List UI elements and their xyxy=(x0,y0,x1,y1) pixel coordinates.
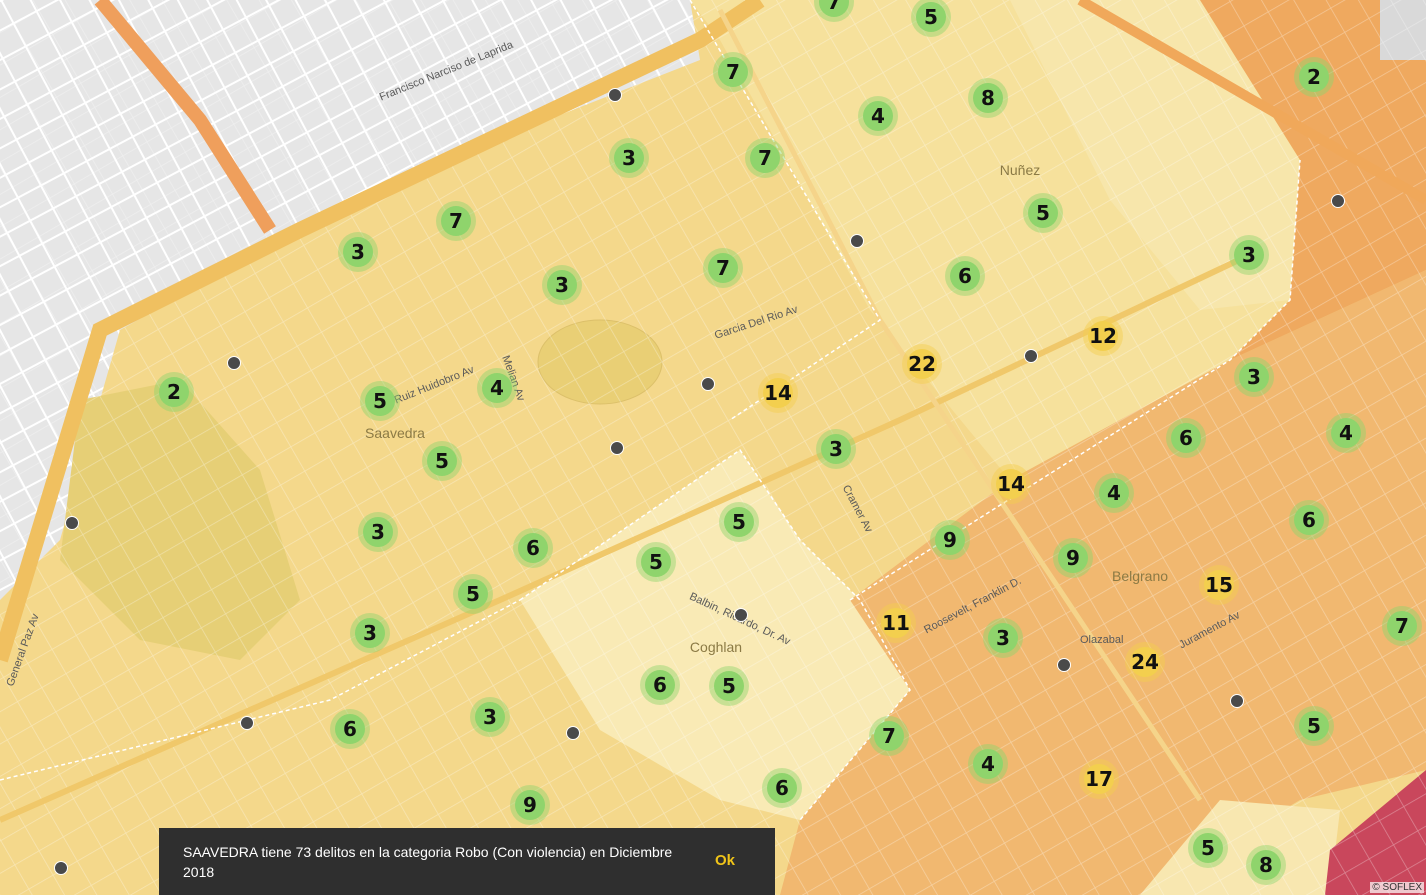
crime-cluster-marker[interactable]: 3 xyxy=(1234,240,1264,270)
incident-point-marker[interactable] xyxy=(240,716,254,730)
crime-cluster-marker[interactable]: 8 xyxy=(1251,850,1281,880)
crime-cluster-marker[interactable]: 11 xyxy=(881,608,911,638)
crime-cluster-marker[interactable]: 3 xyxy=(343,237,373,267)
crime-cluster-marker[interactable]: 6 xyxy=(950,261,980,291)
crime-cluster-marker[interactable]: 8 xyxy=(973,83,1003,113)
crime-cluster-marker[interactable]: 7 xyxy=(750,143,780,173)
street-label: Olazabal xyxy=(1080,634,1124,646)
crime-cluster-marker[interactable]: 5 xyxy=(458,579,488,609)
crime-cluster-marker[interactable]: 6 xyxy=(335,714,365,744)
crime-cluster-marker[interactable]: 5 xyxy=(427,446,457,476)
place-label-nunez: Nuñez xyxy=(999,162,1041,178)
crime-cluster-marker[interactable]: 3 xyxy=(547,270,577,300)
crime-cluster-marker[interactable]: 5 xyxy=(365,386,395,416)
crime-cluster-marker[interactable]: 5 xyxy=(641,547,671,577)
crime-cluster-marker[interactable]: 22 xyxy=(907,349,937,379)
incident-point-marker[interactable] xyxy=(566,726,580,740)
incident-point-marker[interactable] xyxy=(65,516,79,530)
incident-point-marker[interactable] xyxy=(608,88,622,102)
incident-point-marker[interactable] xyxy=(850,234,864,248)
crime-cluster-marker[interactable]: 4 xyxy=(1099,478,1129,508)
crime-cluster-marker[interactable]: 9 xyxy=(935,525,965,555)
incident-point-marker[interactable] xyxy=(610,441,624,455)
crime-cluster-marker[interactable]: 5 xyxy=(1299,711,1329,741)
crime-cluster-marker[interactable]: 5 xyxy=(1028,198,1058,228)
crime-cluster-marker[interactable]: 6 xyxy=(767,773,797,803)
crime-cluster-marker[interactable]: 3 xyxy=(988,623,1018,653)
crime-cluster-marker[interactable]: 4 xyxy=(482,373,512,403)
crime-cluster-marker[interactable]: 5 xyxy=(916,2,946,32)
crime-cluster-marker[interactable]: 3 xyxy=(1239,362,1269,392)
crime-cluster-marker[interactable]: 4 xyxy=(863,101,893,131)
place-label-saavedra: Saavedra xyxy=(365,425,425,441)
crime-cluster-marker[interactable]: 5 xyxy=(1193,833,1223,863)
incident-point-marker[interactable] xyxy=(1057,658,1071,672)
incident-point-marker[interactable] xyxy=(1024,349,1038,363)
toast-message: SAAVEDRA tiene 73 delitos en la categori… xyxy=(183,844,673,880)
crime-cluster-marker[interactable]: 3 xyxy=(363,517,393,547)
crime-cluster-marker[interactable]: 24 xyxy=(1130,647,1160,677)
crime-cluster-marker[interactable]: 15 xyxy=(1204,570,1234,600)
crime-cluster-marker[interactable]: 9 xyxy=(1058,543,1088,573)
crime-cluster-marker[interactable]: 7 xyxy=(441,206,471,236)
crime-cluster-marker[interactable]: 3 xyxy=(475,702,505,732)
crime-cluster-marker[interactable]: 6 xyxy=(1294,505,1324,535)
crime-cluster-marker[interactable]: 5 xyxy=(724,507,754,537)
crime-cluster-marker[interactable]: 3 xyxy=(614,143,644,173)
crime-cluster-marker[interactable]: 3 xyxy=(821,434,851,464)
crime-cluster-marker[interactable]: 6 xyxy=(518,533,548,563)
toast-ok-button[interactable]: Ok xyxy=(715,852,735,869)
crime-cluster-marker[interactable]: 6 xyxy=(1171,423,1201,453)
crime-cluster-marker[interactable]: 14 xyxy=(996,469,1026,499)
crime-cluster-marker[interactable]: 9 xyxy=(515,790,545,820)
crime-cluster-marker[interactable]: 3 xyxy=(355,618,385,648)
incident-point-marker[interactable] xyxy=(54,861,68,875)
map-canvas[interactable] xyxy=(0,0,1426,895)
crime-cluster-marker[interactable]: 7 xyxy=(708,253,738,283)
incident-point-marker[interactable] xyxy=(227,356,241,370)
crime-cluster-marker[interactable]: 2 xyxy=(1299,62,1329,92)
crime-cluster-marker[interactable]: 6 xyxy=(645,670,675,700)
crime-cluster-marker[interactable]: 14 xyxy=(763,378,793,408)
crime-cluster-marker[interactable]: 17 xyxy=(1084,764,1114,794)
place-label-belgrano: Belgrano xyxy=(1111,568,1169,584)
incident-point-marker[interactable] xyxy=(701,377,715,391)
incident-point-marker[interactable] xyxy=(1230,694,1244,708)
place-label-coghlan: Coghlan xyxy=(689,639,743,655)
map-attribution: © SOFLEX xyxy=(1370,882,1424,893)
incident-point-marker[interactable] xyxy=(1331,194,1345,208)
crime-cluster-marker[interactable]: 7 xyxy=(1387,611,1417,641)
notification-toast: SAAVEDRA tiene 73 delitos en la categori… xyxy=(159,828,775,895)
crime-cluster-marker[interactable]: 12 xyxy=(1088,321,1118,351)
incident-point-marker[interactable] xyxy=(734,608,748,622)
crime-cluster-marker[interactable]: 2 xyxy=(159,377,189,407)
crime-cluster-marker[interactable]: 7 xyxy=(874,721,904,751)
crime-cluster-marker[interactable]: 5 xyxy=(714,671,744,701)
crime-cluster-marker[interactable]: 4 xyxy=(973,749,1003,779)
crime-cluster-marker[interactable]: 4 xyxy=(1331,418,1361,448)
crime-cluster-marker[interactable]: 7 xyxy=(718,57,748,87)
